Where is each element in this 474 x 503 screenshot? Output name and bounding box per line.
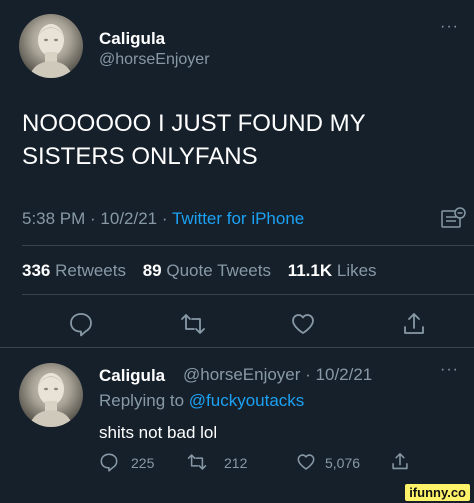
user-handle[interactable]: @horseEnjoyer: [99, 51, 210, 69]
divider: [22, 294, 474, 295]
reply-count: 225: [131, 455, 155, 471]
reply-icon[interactable]: [68, 311, 94, 337]
tweet-meta: 5:38 PM · 10/2/21 · Twitter for iPhone: [22, 209, 304, 229]
meta-separator: ·: [85, 209, 101, 228]
reply-text: shits not bad lol: [99, 423, 218, 442]
analytics-icon[interactable]: [441, 206, 467, 230]
share-icon[interactable]: [401, 311, 427, 337]
engagement-stats: 336 Retweets 89 Quote Tweets 11.1K Likes: [22, 261, 377, 281]
ifunny-watermark: ifunny.co: [405, 484, 470, 501]
bust-portrait-image: [29, 24, 73, 78]
avatar[interactable]: [19, 14, 83, 78]
tweet-text: NOOOOOO I JUST FOUND MY SISTERS ONLYFANS: [22, 110, 366, 170]
replying-to: Replying to @fuckyoutacks: [99, 391, 305, 410]
likes-stat[interactable]: 11.1K Likes: [288, 261, 377, 280]
reply-handle-date[interactable]: @horseEnjoyer · 10/2/21: [183, 365, 372, 385]
like-heart-icon[interactable]: [290, 311, 316, 337]
bust-portrait-image: [29, 373, 73, 427]
like-heart-icon[interactable]: [296, 452, 316, 472]
mention-link[interactable]: @fuckyoutacks: [189, 391, 305, 410]
tweet-source[interactable]: Twitter for iPhone: [172, 209, 304, 228]
retweets-stat[interactable]: 336 Retweets: [22, 261, 126, 280]
like-count: 5,076: [325, 455, 361, 471]
reply-display-name[interactable]: Caligula: [99, 366, 165, 386]
retweet-icon[interactable]: [186, 452, 208, 472]
tweet-date[interactable]: 10/2/21: [100, 209, 157, 228]
reply-icon[interactable]: [99, 452, 119, 472]
divider: [0, 347, 474, 348]
divider: [22, 245, 474, 246]
quote-tweets-stat[interactable]: 89 Quote Tweets: [143, 261, 271, 280]
ellipsis-icon[interactable]: ···: [440, 18, 459, 36]
meta-separator: ·: [157, 209, 172, 228]
ellipsis-icon[interactable]: ···: [440, 361, 459, 379]
tweet-time[interactable]: 5:38 PM: [22, 209, 85, 228]
display-name[interactable]: Caligula: [99, 29, 165, 49]
retweet-icon[interactable]: [179, 311, 207, 337]
share-icon[interactable]: [390, 451, 410, 472]
retweet-count: 212: [224, 455, 248, 471]
avatar[interactable]: [19, 363, 83, 427]
